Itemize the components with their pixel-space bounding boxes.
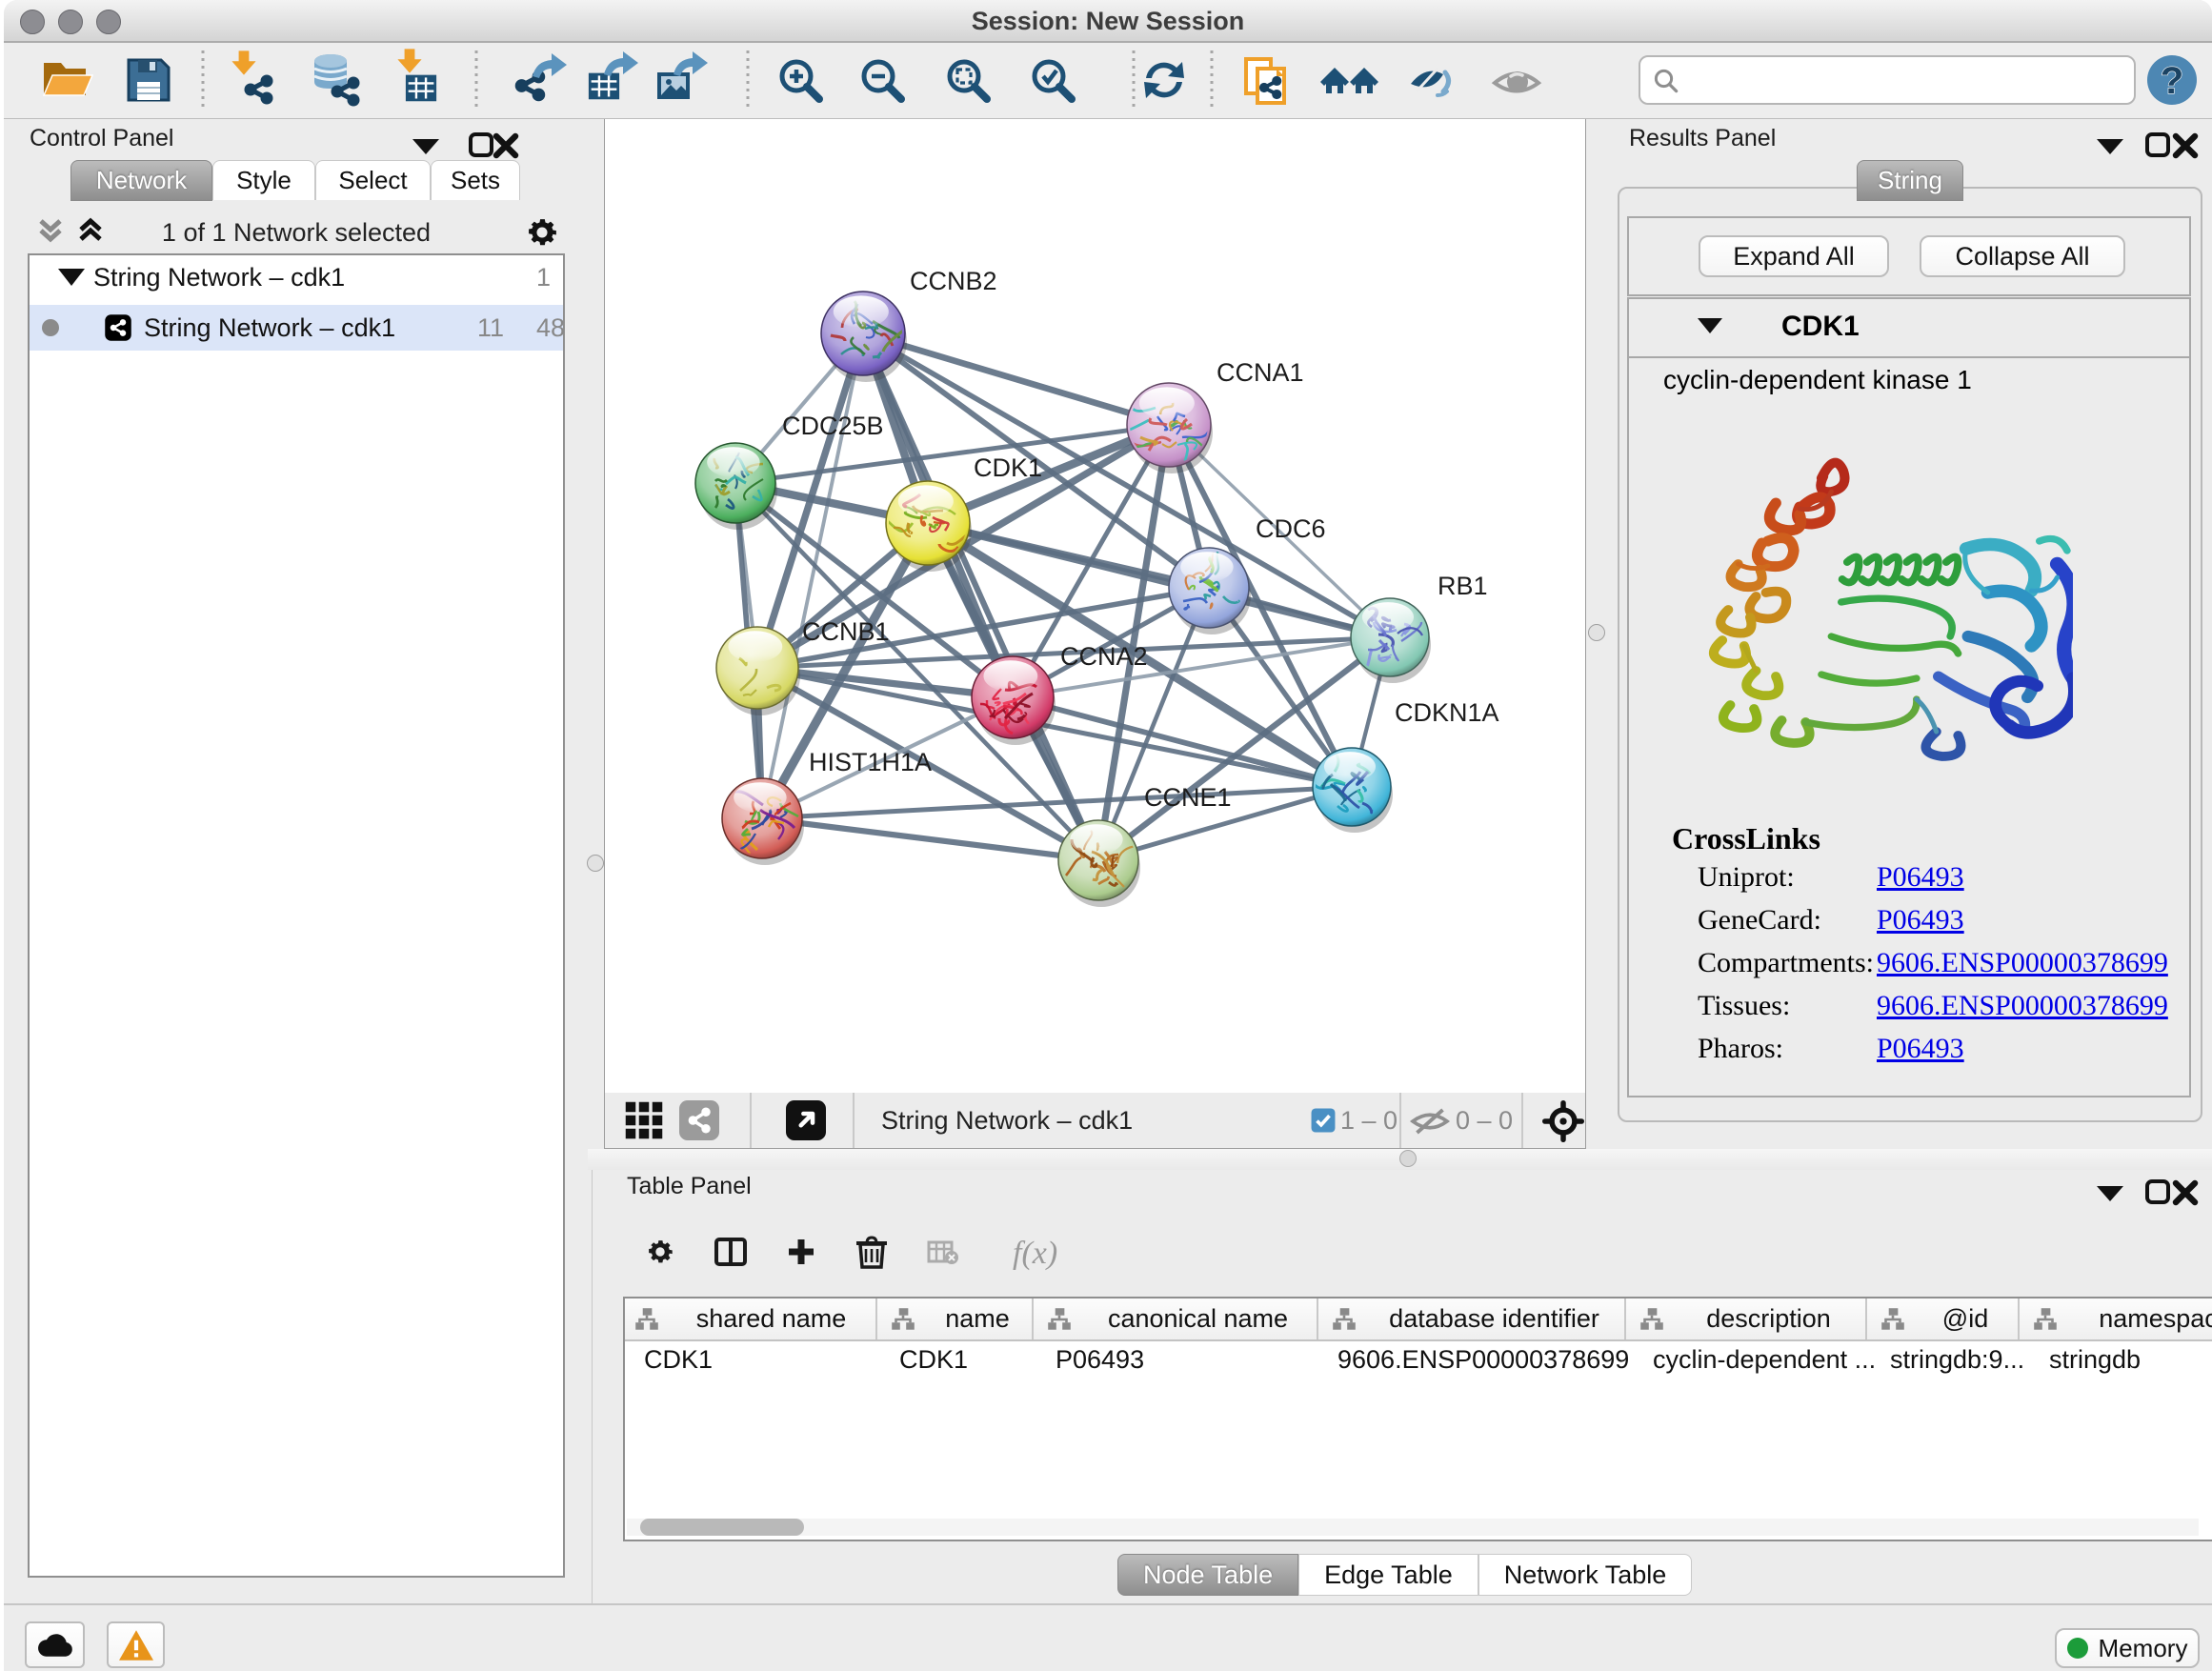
svg-text:RB1: RB1	[1438, 572, 1488, 600]
svg-text:?: ?	[2161, 60, 2183, 102]
svg-text:CCNB2: CCNB2	[910, 267, 997, 295]
svg-text:CDC25B: CDC25B	[782, 412, 884, 440]
svg-text:CCNA2: CCNA2	[1060, 642, 1148, 671]
svg-text:f(x): f(x)	[1013, 1236, 1057, 1271]
svg-text:CDC6: CDC6	[1256, 514, 1326, 543]
svg-text:CDKN1A: CDKN1A	[1395, 698, 1499, 727]
svg-text:CCNE1: CCNE1	[1144, 783, 1232, 812]
svg-text:CDK1: CDK1	[974, 453, 1042, 482]
svg-text:CCNB1: CCNB1	[802, 617, 890, 646]
svg-text:CCNA1: CCNA1	[1217, 358, 1304, 387]
svg-text:HIST1H1A: HIST1H1A	[809, 748, 932, 776]
